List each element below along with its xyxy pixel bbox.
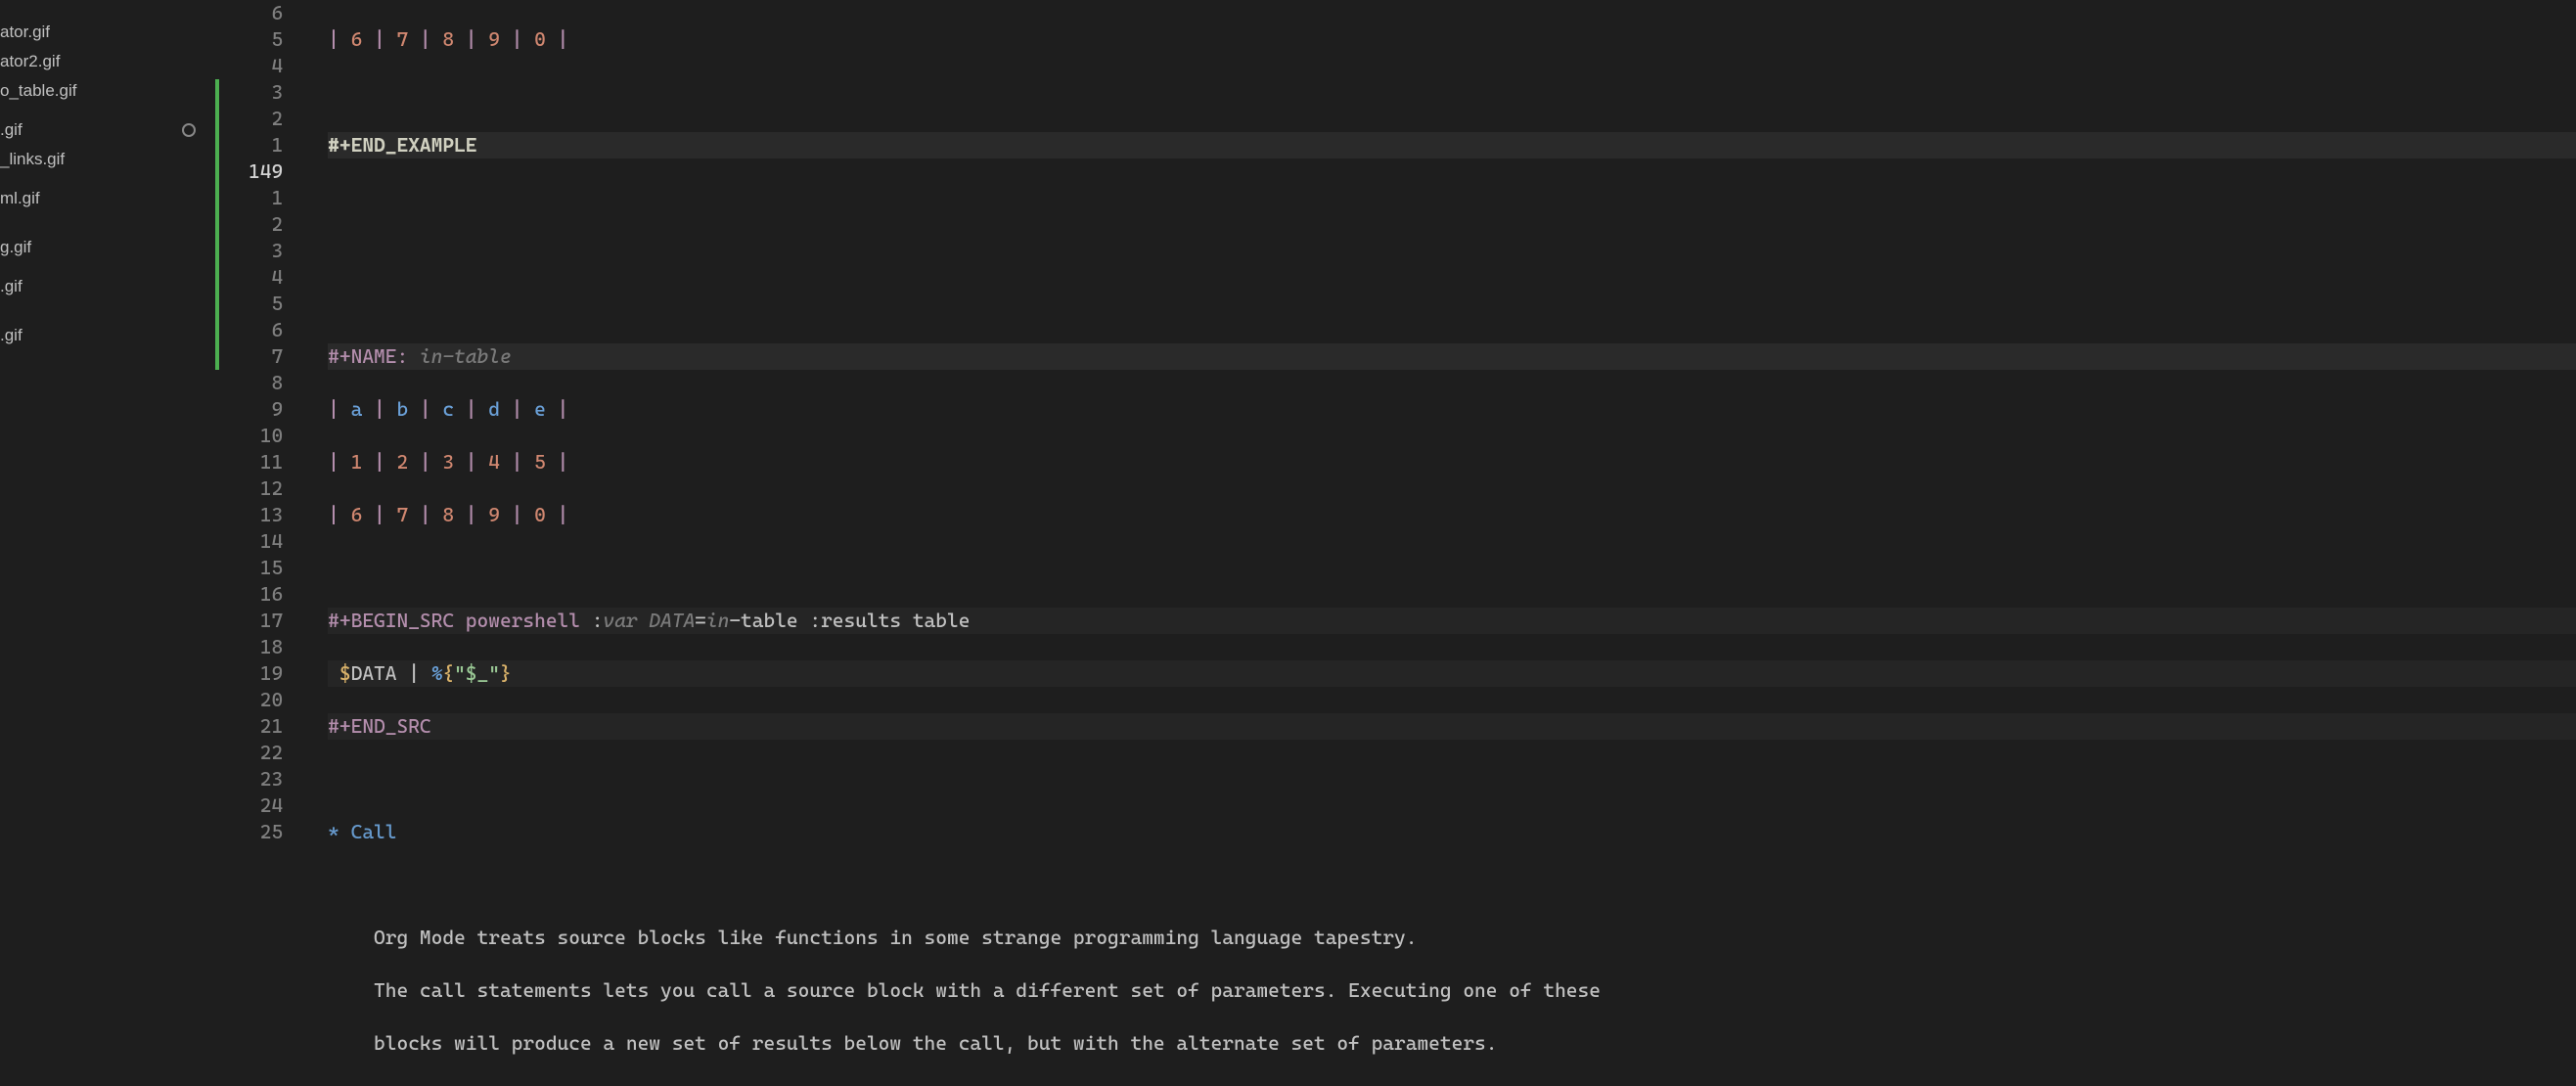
file-item[interactable]	[0, 213, 215, 223]
file-explorer: ator.gif ator2.gif o_table.gif .gif _lin…	[0, 0, 215, 1086]
code-line	[328, 238, 2576, 264]
cell: d	[488, 397, 500, 421]
text: blocks will produce a new set of results…	[374, 1031, 1497, 1055]
code-line-current: #+NAME: in-table	[328, 343, 2576, 370]
code-line: | 6 | 7 | 8 | 9 | 0 |	[328, 502, 2576, 528]
file-item[interactable]: ml.gif	[0, 184, 215, 213]
code-line	[328, 79, 2576, 106]
gutter: 6543211491234567891011121314151617181920…	[215, 0, 300, 1086]
cell: 8	[442, 503, 454, 526]
cell: 0	[534, 27, 546, 51]
cell: 8	[442, 27, 454, 51]
cell: 1	[351, 450, 363, 474]
file-item[interactable]	[0, 106, 215, 115]
file-item[interactable]: .gif	[0, 115, 215, 145]
text: Org Mode treats source blocks like funct…	[374, 926, 1417, 949]
cell: 4	[488, 450, 500, 474]
code-line: The call statements lets you call a sour…	[328, 977, 2576, 1004]
code-line: #+END_EXAMPLE	[328, 132, 2576, 158]
file-item[interactable]: o_table.gif	[0, 76, 215, 106]
code-line: Org Mode treats source blocks like funct…	[328, 925, 2576, 951]
code-line: blocks will produce a new set of results…	[328, 1030, 2576, 1057]
text: The call statements lets you call a sour…	[374, 978, 1601, 1002]
cell: 0	[534, 503, 546, 526]
org-name-val: in-table	[420, 344, 512, 368]
cell: b	[396, 397, 408, 421]
code-editor[interactable]: | 6 | 7 | 8 | 9 | 0 | #+END_EXAMPLE #+NA…	[300, 0, 2576, 1086]
file-item[interactable]: g.gif	[0, 233, 215, 262]
cell: 2	[396, 450, 408, 474]
cell: 6	[351, 27, 363, 51]
code-line: $DATA | %{"$_"}	[328, 660, 2576, 687]
code-line	[328, 291, 2576, 317]
file-label: _links.gif	[0, 150, 65, 169]
org-heading: * Call	[328, 820, 396, 843]
org-end-src: #+END_SRC	[328, 714, 430, 738]
code-line: | 1 | 2 | 3 | 4 | 5 |	[328, 449, 2576, 475]
file-item[interactable]: .gif	[0, 272, 215, 301]
file-item[interactable]	[0, 174, 215, 184]
code-line	[328, 872, 2576, 898]
file-item[interactable]	[0, 262, 215, 272]
cell: a	[351, 397, 363, 421]
file-item[interactable]: ator.gif	[0, 18, 215, 47]
file-item[interactable]: .gif	[0, 321, 215, 350]
cell: 7	[396, 27, 408, 51]
file-label: .gif	[0, 326, 23, 345]
cell: 5	[534, 450, 546, 474]
file-item[interactable]	[0, 311, 215, 321]
org-end-example: #+END_EXAMPLE	[328, 133, 476, 157]
code-line: * Call	[328, 819, 2576, 845]
cell: 6	[351, 503, 363, 526]
org-name-kw: #+NAME:	[328, 344, 408, 368]
file-label: ml.gif	[0, 189, 40, 208]
code-line	[328, 766, 2576, 792]
cell: 3	[442, 450, 454, 474]
file-label: ator2.gif	[0, 52, 60, 71]
file-item[interactable]	[0, 301, 215, 311]
cell: 7	[396, 503, 408, 526]
line-numbers: 6543211491234567891011121314151617181920…	[219, 0, 300, 1086]
file-label: .gif	[0, 277, 23, 296]
file-label: o_table.gif	[0, 81, 76, 101]
org-begin-src: #+BEGIN_SRC powershell	[328, 609, 580, 632]
code-line: | 6 | 7 | 8 | 9 | 0 |	[328, 26, 2576, 53]
file-item[interactable]: ator2.gif	[0, 47, 215, 76]
cell: 9	[488, 27, 500, 51]
code-line: #+BEGIN_SRC powershell :var DATA=in-tabl…	[328, 608, 2576, 634]
file-item[interactable]: _links.gif	[0, 145, 215, 174]
cell: c	[442, 397, 454, 421]
code-line	[328, 185, 2576, 211]
code-line	[328, 555, 2576, 581]
cell: e	[534, 397, 546, 421]
code-line: #+END_SRC	[328, 713, 2576, 740]
file-label: ator.gif	[0, 23, 50, 42]
file-label: .gif	[0, 120, 23, 140]
file-item[interactable]	[0, 223, 215, 233]
code-line: | a | b | c | d | e |	[328, 396, 2576, 423]
cell: 9	[488, 503, 500, 526]
file-label: g.gif	[0, 238, 31, 257]
